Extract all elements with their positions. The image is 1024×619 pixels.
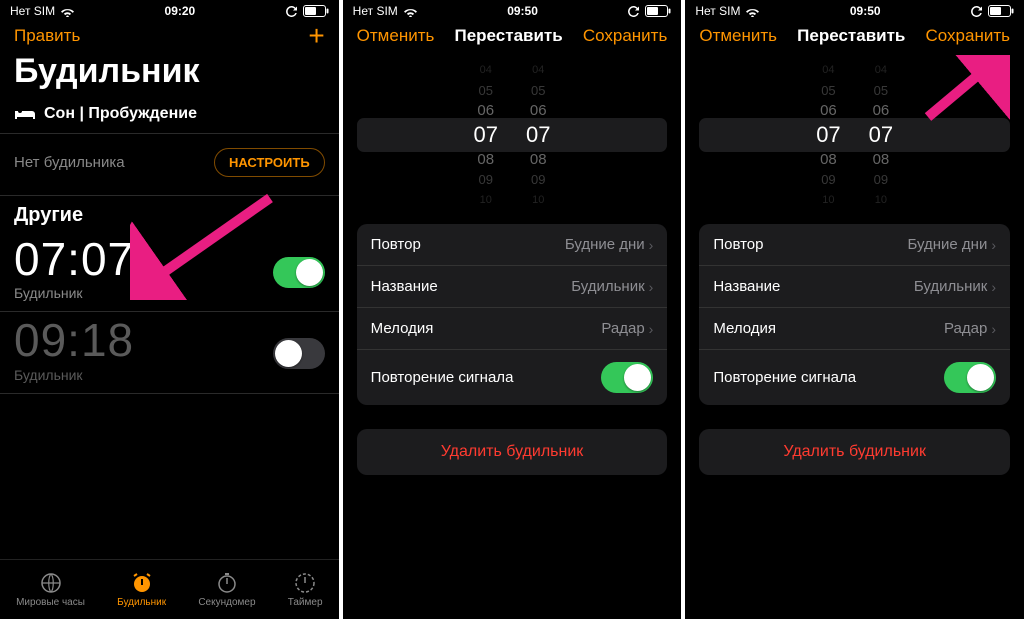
status-time: 09:50 — [850, 4, 881, 18]
chevron-right-icon: › — [649, 237, 654, 253]
minute-column[interactable]: 04 05 06 07 08 09 10 — [869, 60, 893, 210]
snooze-row: Повторение сигнала — [699, 350, 1010, 405]
hour-column[interactable]: 04 05 06 07 08 09 10 — [474, 60, 498, 210]
screen-edit-alarm: Нет SIM 09:50 Отменить Переставить Сохра… — [343, 0, 682, 619]
wifi-icon — [60, 6, 75, 17]
nav-title: Переставить — [797, 26, 905, 46]
save-button[interactable]: Сохранить — [926, 26, 1010, 46]
chevron-right-icon: › — [991, 321, 996, 337]
battery-icon — [303, 5, 329, 17]
battery-icon — [988, 5, 1014, 17]
name-row[interactable]: Название Будильник› — [357, 266, 668, 308]
setup-button[interactable]: НАСТРОИТЬ — [214, 148, 325, 177]
carrier-label: Нет SIM — [10, 4, 55, 18]
nav-bar: Отменить Переставить Сохранить — [343, 20, 682, 50]
name-row[interactable]: Название Будильник› — [699, 266, 1010, 308]
no-alarm-row: Нет будильника НАСТРОИТЬ — [0, 134, 339, 191]
settings-list: Повтор Будние дни› Название Будильник› М… — [357, 224, 668, 405]
time-picker[interactable]: 04 05 06 07 08 09 10 04 05 06 07 08 09 1… — [685, 60, 1024, 210]
alarm-item[interactable]: 07:07 Будильник — [0, 231, 339, 312]
orientation-lock-icon — [970, 5, 983, 18]
chevron-right-icon: › — [991, 237, 996, 253]
delete-alarm-button[interactable]: Удалить будильник — [699, 429, 1010, 475]
time-picker[interactable]: 04 05 06 07 08 09 10 04 05 06 07 08 09 1… — [343, 60, 682, 210]
edit-button[interactable]: Править — [14, 26, 80, 46]
battery-icon — [645, 5, 671, 17]
status-time: 09:50 — [507, 4, 538, 18]
sound-row[interactable]: Мелодия Радар› — [357, 308, 668, 350]
nav-bar: Отменить Переставить Сохранить — [685, 20, 1024, 50]
no-alarm-text: Нет будильника — [14, 154, 125, 171]
alarm-toggle[interactable] — [273, 338, 325, 369]
tab-world-clock[interactable]: Мировые часы — [16, 571, 85, 608]
wifi-icon — [745, 6, 760, 17]
snooze-toggle[interactable] — [944, 362, 996, 393]
hour-column[interactable]: 04 05 06 07 08 09 10 — [816, 60, 840, 210]
tab-timer[interactable]: Таймер — [288, 571, 323, 608]
status-time: 09:20 — [165, 4, 196, 18]
cancel-button[interactable]: Отменить — [357, 26, 435, 46]
alarm-label: Будильник — [14, 367, 134, 383]
bed-icon — [14, 107, 36, 121]
repeat-row[interactable]: Повтор Будние дни› — [357, 224, 668, 266]
alarm-toggle[interactable] — [273, 257, 325, 288]
sleep-section-label: Сон | Пробуждение — [44, 105, 197, 123]
status-bar: Нет SIM 09:50 — [685, 0, 1024, 20]
nav-title: Переставить — [455, 26, 563, 46]
carrier-label: Нет SIM — [353, 4, 398, 18]
add-alarm-button[interactable]: + — [308, 26, 324, 46]
snooze-row: Повторение сигнала — [357, 350, 668, 405]
cancel-button[interactable]: Отменить — [699, 26, 777, 46]
alarm-time: 09:18 — [14, 316, 134, 364]
tab-alarm[interactable]: Будильник — [117, 571, 166, 608]
chevron-right-icon: › — [991, 279, 996, 295]
page-title: Будильник — [0, 50, 339, 99]
tab-stopwatch[interactable]: Секундомер — [198, 571, 255, 608]
screen-edit-alarm-save: Нет SIM 09:50 Отменить Переставить Сохра… — [685, 0, 1024, 619]
chevron-right-icon: › — [649, 321, 654, 337]
other-section-label: Другие — [0, 196, 339, 231]
status-bar: Нет SIM 09:20 — [0, 0, 339, 20]
chevron-right-icon: › — [649, 279, 654, 295]
wifi-icon — [403, 6, 418, 17]
alarm-label: Будильник — [14, 285, 134, 301]
status-bar: Нет SIM 09:50 — [343, 0, 682, 20]
orientation-lock-icon — [285, 5, 298, 18]
screen-alarm-list: Нет SIM 09:20 Править + Будильник Сон | … — [0, 0, 339, 619]
save-button[interactable]: Сохранить — [583, 26, 667, 46]
nav-bar: Править + — [0, 20, 339, 50]
snooze-toggle[interactable] — [601, 362, 653, 393]
repeat-row[interactable]: Повтор Будние дни› — [699, 224, 1010, 266]
alarm-item[interactable]: 09:18 Будильник — [0, 312, 339, 393]
sleep-section-header: Сон | Пробуждение — [0, 99, 339, 129]
minute-column[interactable]: 04 05 06 07 08 09 10 — [526, 60, 550, 210]
settings-list: Повтор Будние дни› Название Будильник› М… — [699, 224, 1010, 405]
sound-row[interactable]: Мелодия Радар› — [699, 308, 1010, 350]
carrier-label: Нет SIM — [695, 4, 740, 18]
delete-alarm-button[interactable]: Удалить будильник — [357, 429, 668, 475]
tab-bar: Мировые часы Будильник Секундомер Таймер — [0, 559, 339, 619]
alarm-time: 07:07 — [14, 235, 134, 283]
orientation-lock-icon — [627, 5, 640, 18]
